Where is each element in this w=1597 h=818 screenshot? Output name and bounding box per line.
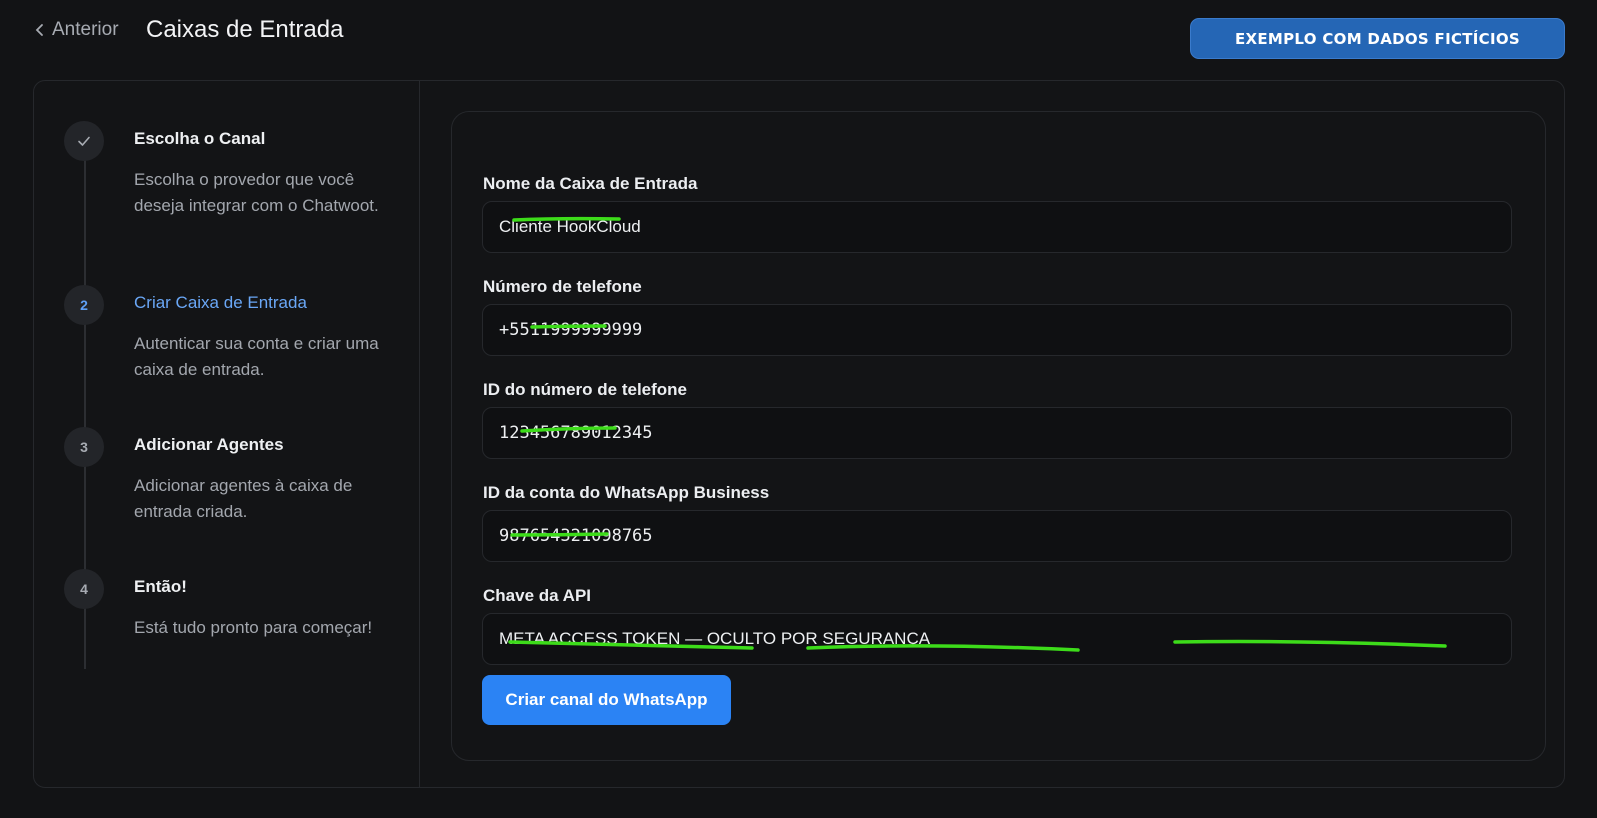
- step-description: Adicionar agentes à caixa de entrada cri…: [134, 476, 353, 521]
- back-link[interactable]: Anterior: [34, 18, 119, 42]
- phone-number-input[interactable]: [482, 304, 1512, 356]
- create-whatsapp-channel-button[interactable]: Criar canal do WhatsApp: [482, 675, 731, 725]
- step-title: Então!: [134, 577, 187, 596]
- phone-number-label: Número de telefone: [483, 277, 642, 296]
- step-number: 4: [64, 569, 104, 609]
- chevron-left-icon: [35, 24, 43, 36]
- step-title: Adicionar Agentes: [134, 435, 284, 454]
- step-description: Autenticar sua conta e criar uma caixa d…: [134, 334, 379, 379]
- api-key-input[interactable]: [482, 613, 1512, 665]
- inbox-name-label: Nome da Caixa de Entrada: [483, 174, 698, 193]
- whatsapp-channel-form: Nome da Caixa de Entrada Número de telef…: [451, 111, 1546, 761]
- page-title: Caixas de Entrada: [146, 16, 344, 43]
- wizard-steps: Escolha o Canal Escolha o provedor que v…: [34, 81, 420, 787]
- demo-data-badge: EXEMPLO COM DADOS FICTÍCIOS: [1190, 18, 1565, 59]
- back-link-label: Anterior: [52, 19, 119, 40]
- top-bar: Anterior Caixas de Entrada EXEMPLO COM D…: [0, 0, 1597, 70]
- step-description: Escolha o provedor que você deseja integ…: [134, 170, 379, 215]
- step-description: Está tudo pronto para começar!: [134, 618, 373, 637]
- step-title: Escolha o Canal: [134, 129, 266, 148]
- phone-number-id-input[interactable]: [482, 407, 1512, 459]
- api-key-label: Chave da API: [483, 586, 592, 605]
- inbox-name-input[interactable]: [482, 201, 1512, 253]
- business-account-id-input[interactable]: [482, 510, 1512, 562]
- business-account-id-label: ID da conta do WhatsApp Business: [483, 483, 770, 502]
- step-number: 2: [64, 285, 104, 325]
- phone-number-id-label: ID do número de telefone: [483, 380, 688, 399]
- step-number: 3: [64, 427, 104, 467]
- step-number: [64, 121, 104, 161]
- check-icon: [78, 136, 90, 146]
- inbox-wizard-panel: Escolha o Canal Escolha o provedor que v…: [33, 80, 1565, 788]
- step-title: Criar Caixa de Entrada: [134, 293, 307, 312]
